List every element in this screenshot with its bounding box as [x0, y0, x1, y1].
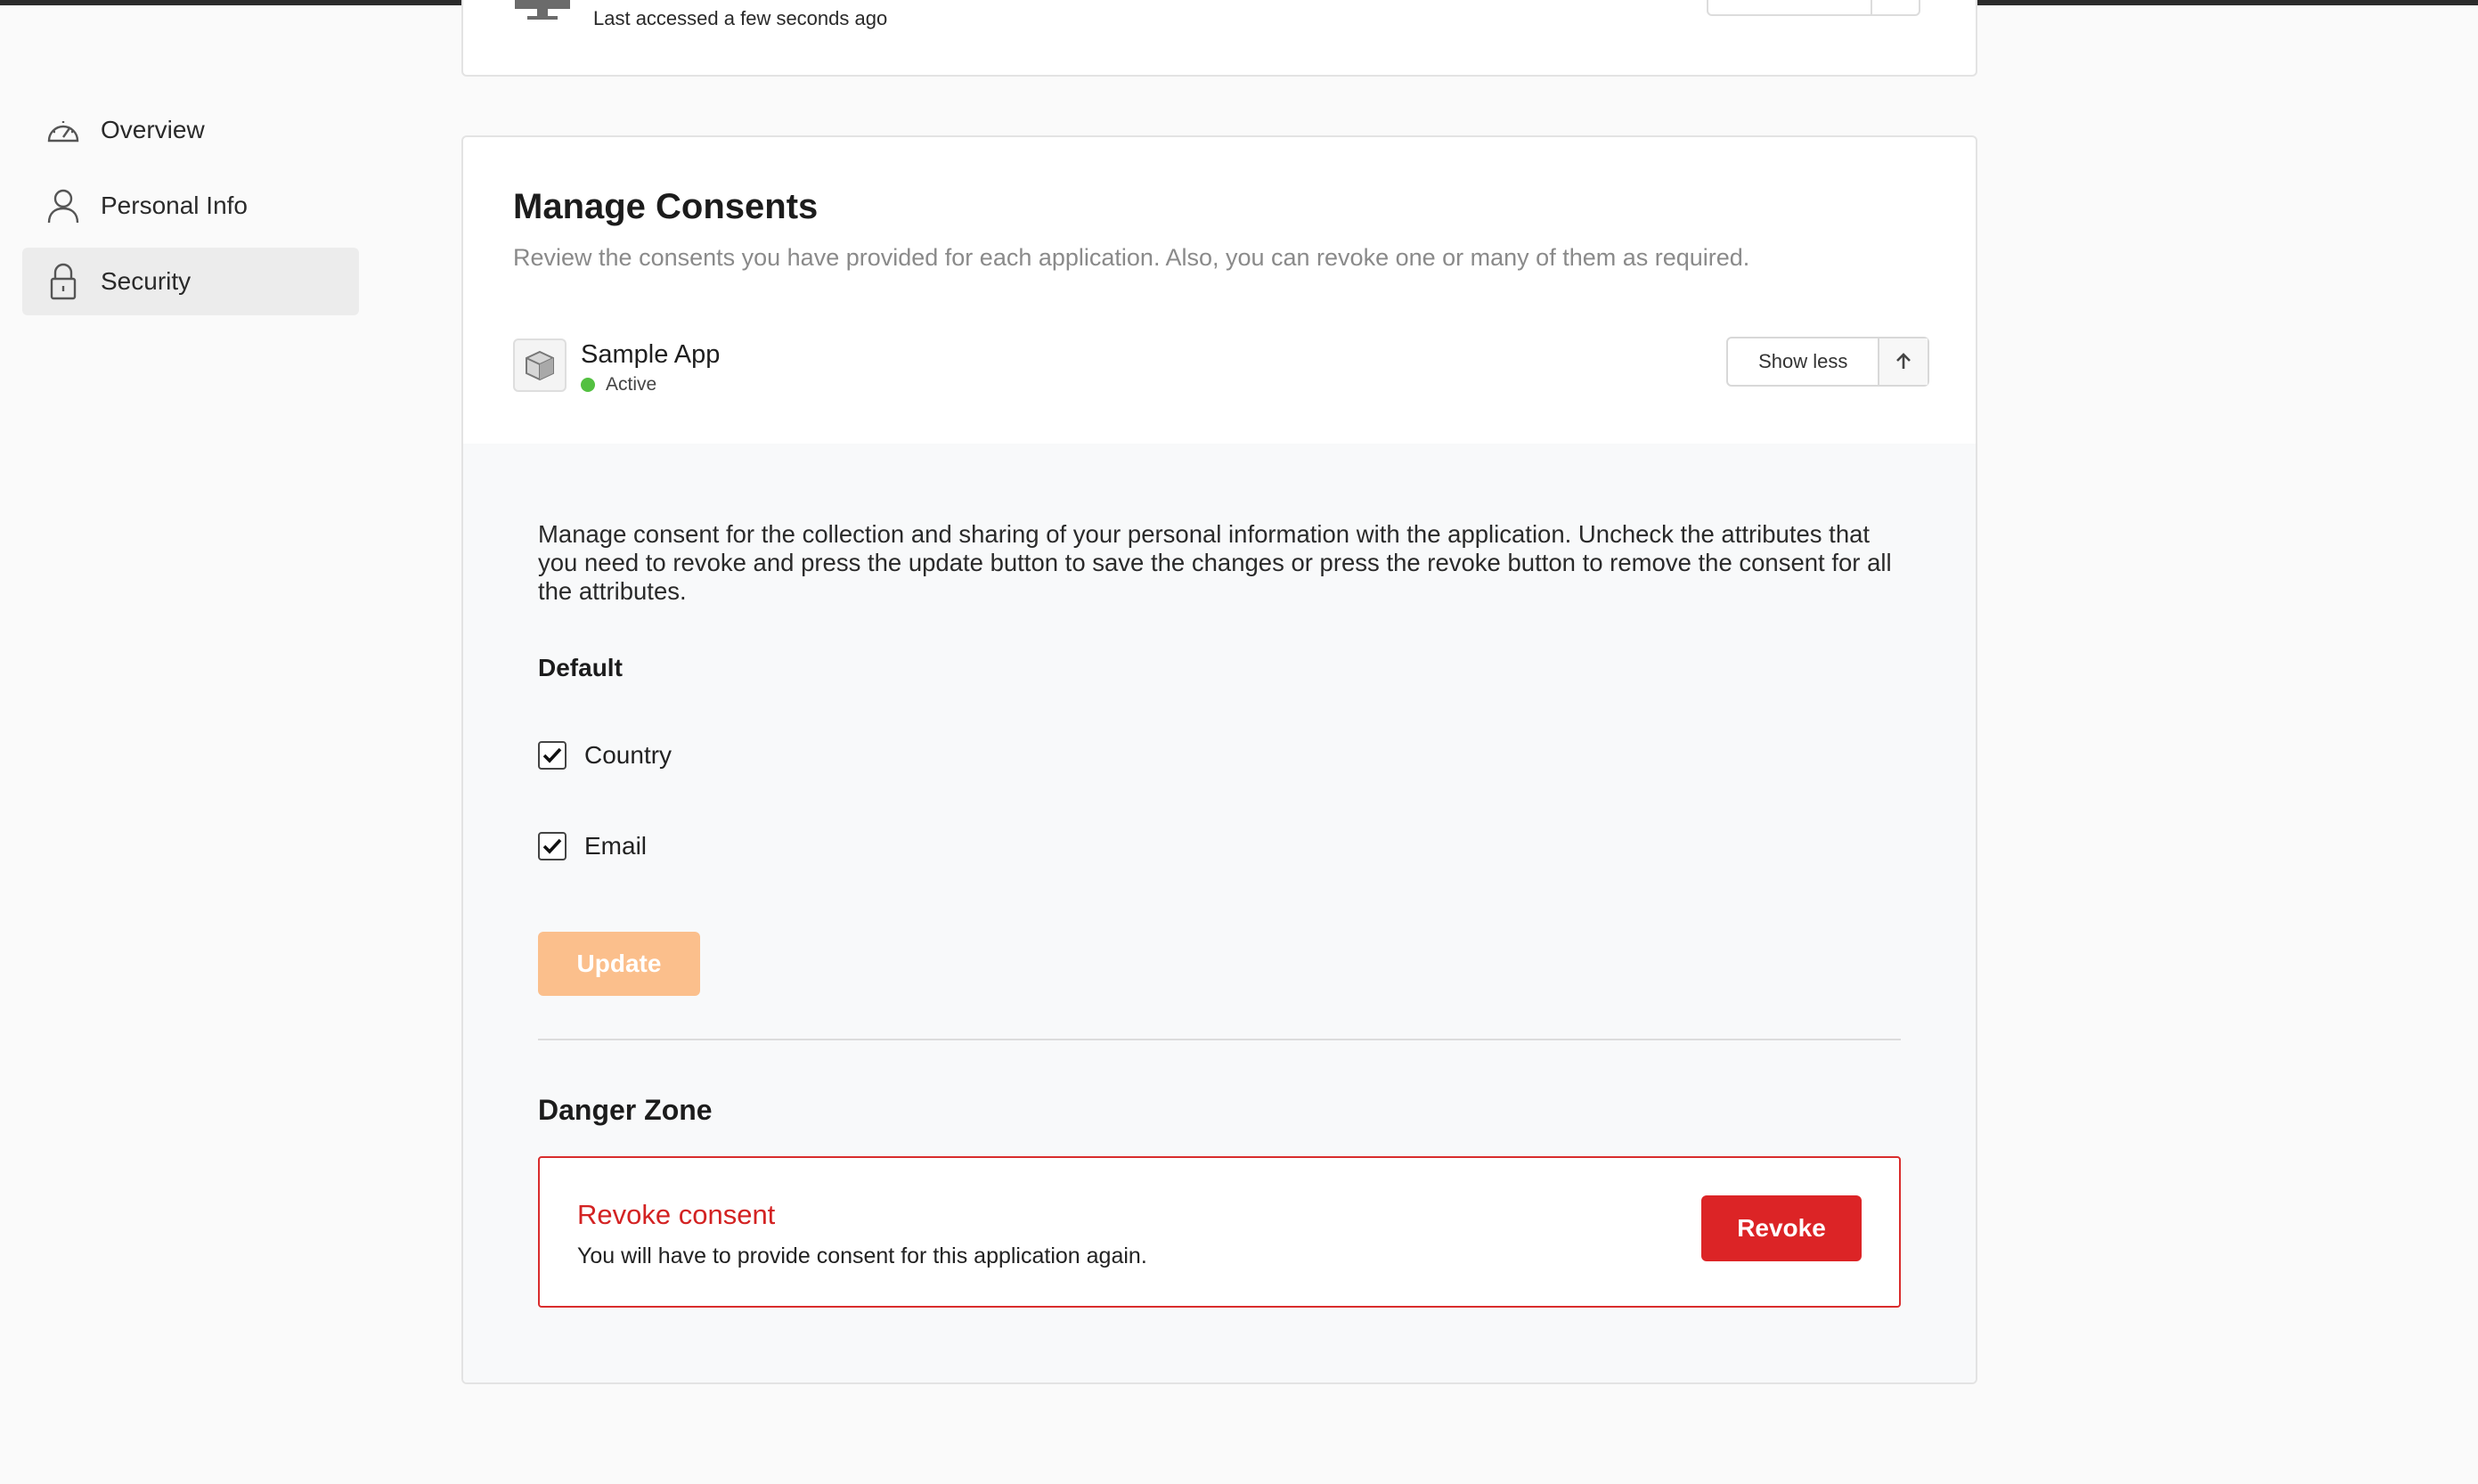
- monitor-icon: [513, 0, 572, 26]
- consent-details-panel: Manage consent for the collection and sh…: [463, 444, 1976, 1382]
- app-row: Sample App Active Show less: [513, 337, 1929, 395]
- manage-consents-card: Manage Consents Review the consents you …: [461, 135, 1977, 1384]
- card-title: Manage Consents: [513, 187, 819, 226]
- section-divider: [538, 1039, 1901, 1040]
- attribute-label: Email: [584, 832, 648, 860]
- revoke-consent-title: Revoke consent: [577, 1199, 776, 1230]
- show-less-button[interactable]: Show less: [1726, 337, 1929, 387]
- last-accessed-text: Last accessed a few seconds ago: [593, 7, 888, 29]
- sidebar-item-overview[interactable]: Overview: [22, 96, 359, 164]
- arrow-up-icon: [1878, 338, 1928, 385]
- card-subtitle: Review the consents you have provided fo…: [513, 244, 1750, 271]
- attribute-checkbox-country[interactable]: Country: [538, 741, 672, 770]
- active-sessions-card: Last accessed a few seconds ago: [461, 0, 1977, 77]
- lock-icon: [45, 262, 81, 301]
- user-icon: [45, 186, 81, 225]
- danger-zone-heading: Danger Zone: [538, 1094, 713, 1126]
- sidebar-item-label: Security: [101, 267, 192, 295]
- consent-description: Manage consent for the collection and sh…: [538, 520, 1892, 605]
- sidebar-item-security[interactable]: Security: [22, 248, 359, 315]
- revoke-consent-subtitle: You will have to provide consent for thi…: [577, 1243, 1147, 1268]
- box-icon: [513, 338, 567, 392]
- app-status: Active: [581, 374, 656, 395]
- session-toggle-button[interactable]: [1707, 0, 1920, 16]
- show-less-label: Show less: [1758, 350, 1848, 372]
- sidebar-item-label: Personal Info: [101, 192, 248, 219]
- sidebar-item-label: Overview: [101, 116, 205, 143]
- purpose-heading: Default: [538, 654, 623, 681]
- checkbox[interactable]: [538, 741, 567, 770]
- status-label: Active: [606, 374, 657, 395]
- revoke-button[interactable]: Revoke: [1701, 1195, 1862, 1261]
- status-dot-icon: [581, 378, 595, 392]
- update-button[interactable]: Update: [538, 932, 700, 996]
- sidebar-nav: Overview Personal Info Security: [22, 96, 359, 323]
- app-name: Sample App: [581, 340, 721, 369]
- sidebar-item-personal-info[interactable]: Personal Info: [22, 172, 359, 240]
- danger-zone-box: Revoke consent You will have to provide …: [538, 1156, 1901, 1308]
- button-divider: [1871, 0, 1872, 14]
- checkbox[interactable]: [538, 832, 567, 860]
- attribute-label: Country: [584, 741, 672, 769]
- gauge-icon: [45, 110, 81, 150]
- attribute-checkbox-email[interactable]: Email: [538, 832, 647, 860]
